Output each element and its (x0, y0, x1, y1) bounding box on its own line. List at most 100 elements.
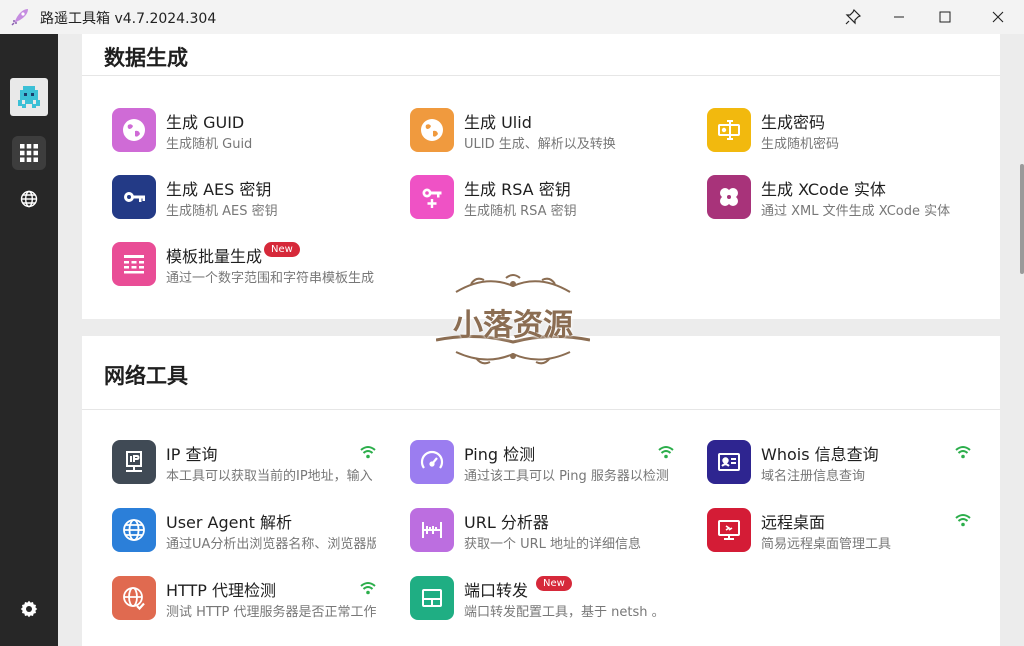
tool-icon-bg (410, 440, 454, 484)
tool-generate-password[interactable]: 生成密码 生成随机密码 (707, 108, 997, 160)
tool-name: Ping 检测 (464, 445, 536, 464)
tool-name: URL 分析器 (464, 513, 549, 532)
tool-icon-bg (112, 576, 156, 620)
tool-generate-aes-key[interactable]: 生成 AES 密钥 生成随机 AES 密钥 (112, 175, 402, 227)
close-icon (992, 11, 1004, 23)
grid-icon (20, 144, 38, 162)
tool-icon-bg (707, 440, 751, 484)
tool-name: IP 查询 (166, 445, 218, 464)
tool-description: 通过一个数字范围和字符串模板生成 (166, 271, 375, 286)
tool-user-agent-parser[interactable]: User Agent 解析 通过UA分析出浏览器名称、浏览器版 (112, 508, 402, 560)
settings-icon (20, 600, 38, 618)
window-title: 路遥工具箱 v4.7.2024.304 (40, 11, 217, 27)
tool-icon-bg (707, 108, 751, 152)
tool-name: 生成 RSA 密钥 (464, 180, 571, 199)
globe-icon (123, 119, 145, 141)
minimize-icon (894, 16, 904, 18)
globe-icon (20, 190, 38, 208)
tool-name: 远程桌面 (761, 513, 826, 532)
pin-button[interactable] (830, 0, 876, 34)
section-title: 网络工具 (104, 364, 188, 388)
clover-icon (720, 188, 738, 206)
tool-icon-bg (410, 175, 454, 219)
tool-generate-xcode-entity[interactable]: 生成 XCode 实体 通过 XML 文件生成 XCode 实体 (707, 175, 997, 227)
tool-description: 生成随机密码 (761, 137, 840, 152)
tool-icon-bg (410, 108, 454, 152)
ip-icon (126, 451, 142, 472)
watermark: 小落资源 (436, 270, 590, 370)
gauge-icon (420, 450, 444, 469)
id-card-icon (718, 453, 740, 471)
tool-icon-bg (410, 576, 454, 620)
tool-http-proxy-check[interactable]: HTTP 代理检测 测试 HTTP 代理服务器是否正常工作 (112, 576, 402, 628)
key-plus-icon (422, 188, 442, 208)
section-title: 数据生成 (104, 46, 188, 70)
tool-icon-bg (707, 175, 751, 219)
tool-name: User Agent 解析 (166, 513, 293, 532)
remote-desktop-icon (718, 520, 740, 540)
maximize-button[interactable] (922, 0, 968, 34)
title-bar: 路遥工具箱 v4.7.2024.304 (0, 0, 1024, 34)
section-header: 数据生成 (82, 34, 1000, 76)
key-icon (124, 192, 145, 202)
password-icon (718, 120, 740, 140)
tool-icon-bg (112, 108, 156, 152)
tool-icon-bg (112, 242, 156, 286)
tool-ping-test[interactable]: Ping 检测 通过该工具可以 Ping 服务器以检测 (410, 440, 700, 492)
new-badge: New (264, 242, 300, 257)
tool-name: 生成 XCode 实体 (761, 180, 886, 199)
wifi-icon (360, 582, 376, 595)
app-logo-icon (18, 86, 40, 108)
tool-port-forwarding[interactable]: 端口转发 New 端口转发配置工具，基于 netsh 。 (410, 576, 700, 628)
tool-description: 生成随机 RSA 密钥 (464, 204, 577, 219)
pin-icon (845, 9, 861, 25)
tool-description: 获取一个 URL 地址的详细信息 (464, 537, 642, 552)
tool-whois-lookup[interactable]: Whois 信息查询 域名注册信息查询 (707, 440, 997, 492)
globe-icon (421, 119, 443, 141)
wifi-icon (955, 446, 971, 459)
tool-icon-bg (707, 508, 751, 552)
tool-url-analyzer[interactable]: URL 分析器 获取一个 URL 地址的详细信息 (410, 508, 700, 560)
rocket-icon (11, 9, 28, 26)
tool-icon-bg (112, 175, 156, 219)
close-button[interactable] (975, 0, 1021, 34)
tool-description: 生成随机 AES 密钥 (166, 204, 278, 219)
new-badge: New (536, 576, 572, 591)
section-network-tools: 网络工具 IP 查询 本工具可以获取当前的IP地址，输入 Ping 检测 通过该… (82, 336, 1000, 646)
tool-icon-bg (112, 440, 156, 484)
tool-description: 生成随机 Guid (166, 137, 253, 152)
vertical-scrollbar[interactable] (1020, 164, 1024, 274)
tool-name: 生成 Ulid (464, 113, 532, 132)
tool-name: HTTP 代理检测 (166, 581, 277, 600)
sidebar-item-all-tools[interactable] (12, 136, 46, 170)
tool-icon-bg (112, 508, 156, 552)
tool-ip-lookup[interactable]: IP 查询 本工具可以获取当前的IP地址，输入 (112, 440, 402, 492)
watermark-text: 小落资源 (453, 308, 573, 343)
minimize-button[interactable] (876, 0, 922, 34)
tool-remote-desktop[interactable]: 远程桌面 简易远程桌面管理工具 (707, 508, 997, 560)
tool-name: Whois 信息查询 (761, 445, 879, 464)
wifi-icon (360, 446, 376, 459)
tool-generate-guid[interactable]: 生成 GUID 生成随机 Guid (112, 108, 402, 160)
tool-name: 生成密码 (761, 113, 826, 132)
globe-check-icon (123, 587, 145, 611)
tool-description: ULID 生成、解析以及转换 (464, 137, 616, 152)
sidebar-item-network[interactable] (12, 182, 46, 216)
tool-description: 域名注册信息查询 (761, 469, 866, 484)
ruler-icon (422, 522, 442, 538)
port-icon (422, 589, 442, 607)
tool-description: 通过 XML 文件生成 XCode 实体 (761, 204, 951, 219)
tool-template-batch-generate[interactable]: 模板批量生成 New 通过一个数字范围和字符串模板生成 (112, 242, 402, 294)
tool-name: 端口转发 (464, 581, 529, 600)
tool-description: 端口转发配置工具，基于 netsh 。 (464, 605, 665, 620)
tool-generate-rsa-key[interactable]: 生成 RSA 密钥 生成随机 RSA 密钥 (410, 175, 700, 227)
settings-button[interactable] (12, 592, 46, 626)
wifi-icon (955, 514, 971, 527)
tool-description: 简易远程桌面管理工具 (761, 537, 892, 552)
template-icon (124, 255, 144, 274)
maximize-icon (939, 11, 951, 23)
tool-icon-bg (410, 508, 454, 552)
wifi-icon (658, 446, 674, 459)
sidebar-logo[interactable] (10, 78, 48, 116)
tool-generate-ulid[interactable]: 生成 Ulid ULID 生成、解析以及转换 (410, 108, 700, 160)
